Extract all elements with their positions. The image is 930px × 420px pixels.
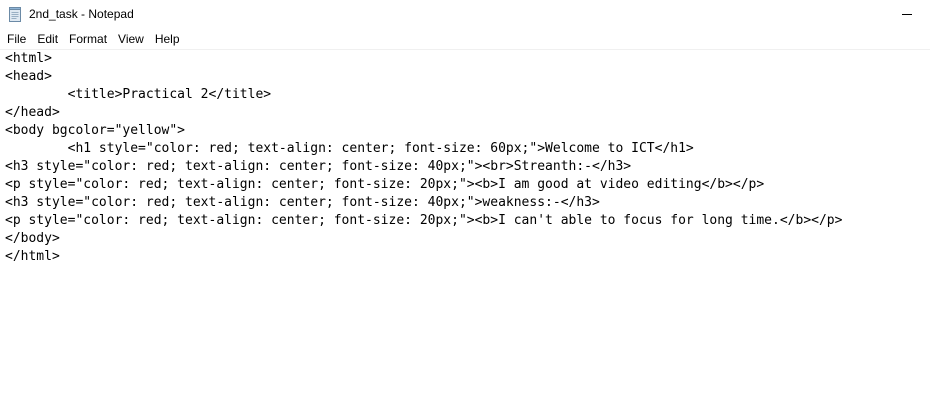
menu-bar: File Edit Format View Help (0, 30, 930, 50)
editor-line: </head> (5, 105, 60, 120)
minimize-button[interactable] (884, 0, 930, 30)
window-controls (884, 0, 930, 30)
minimize-icon (902, 6, 912, 24)
window-title: 2nd_task - Notepad (29, 7, 134, 21)
editor-line: <h3 style="color: red; text-align: cente… (5, 195, 600, 210)
notepad-icon (9, 7, 22, 22)
text-editor[interactable]: <html> <head> <title>Practical 2</title>… (0, 50, 930, 420)
editor-line: </html> (5, 249, 60, 264)
editor-line: <head> (5, 69, 52, 84)
menu-view[interactable]: View (114, 30, 148, 49)
editor-line: <p style="color: red; text-align: center… (5, 177, 765, 192)
title-bar[interactable]: 2nd_task - Notepad (0, 0, 930, 30)
editor-line: <body bgcolor="yellow"> (5, 123, 186, 138)
menu-help[interactable]: Help (151, 30, 184, 49)
editor-line: <h3 style="color: red; text-align: cente… (5, 159, 632, 174)
notepad-window: 2nd_task - Notepad File Edit Format View… (0, 0, 930, 420)
menu-format[interactable]: Format (65, 30, 111, 49)
editor-line: <html> (5, 51, 52, 66)
menu-edit[interactable]: Edit (33, 30, 62, 49)
editor-line: <h1 style="color: red; text-align: cente… (5, 141, 694, 156)
menu-file[interactable]: File (3, 30, 30, 49)
editor-line: </body> (5, 231, 60, 246)
editor-line: <title>Practical 2</title> (5, 87, 272, 102)
editor-line: <p style="color: red; text-align: center… (5, 213, 843, 228)
